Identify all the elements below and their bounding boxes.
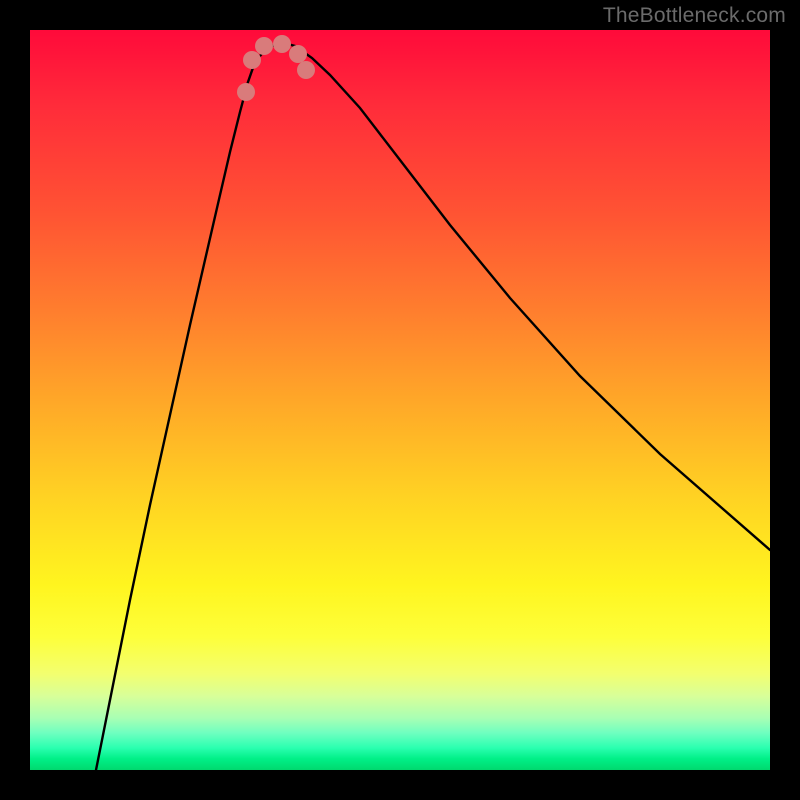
outer-frame: TheBottleneck.com: [0, 0, 800, 800]
curve-layer: [30, 30, 770, 770]
trough-marker: [255, 37, 273, 55]
trough-marker: [243, 51, 261, 69]
plot-area: [30, 30, 770, 770]
trough-marker: [297, 61, 315, 79]
trough-marker: [273, 35, 291, 53]
bottleneck-curve: [90, 42, 770, 770]
trough-markers: [237, 35, 315, 101]
watermark-text: TheBottleneck.com: [603, 4, 786, 28]
trough-marker: [289, 45, 307, 63]
trough-marker: [237, 83, 255, 101]
